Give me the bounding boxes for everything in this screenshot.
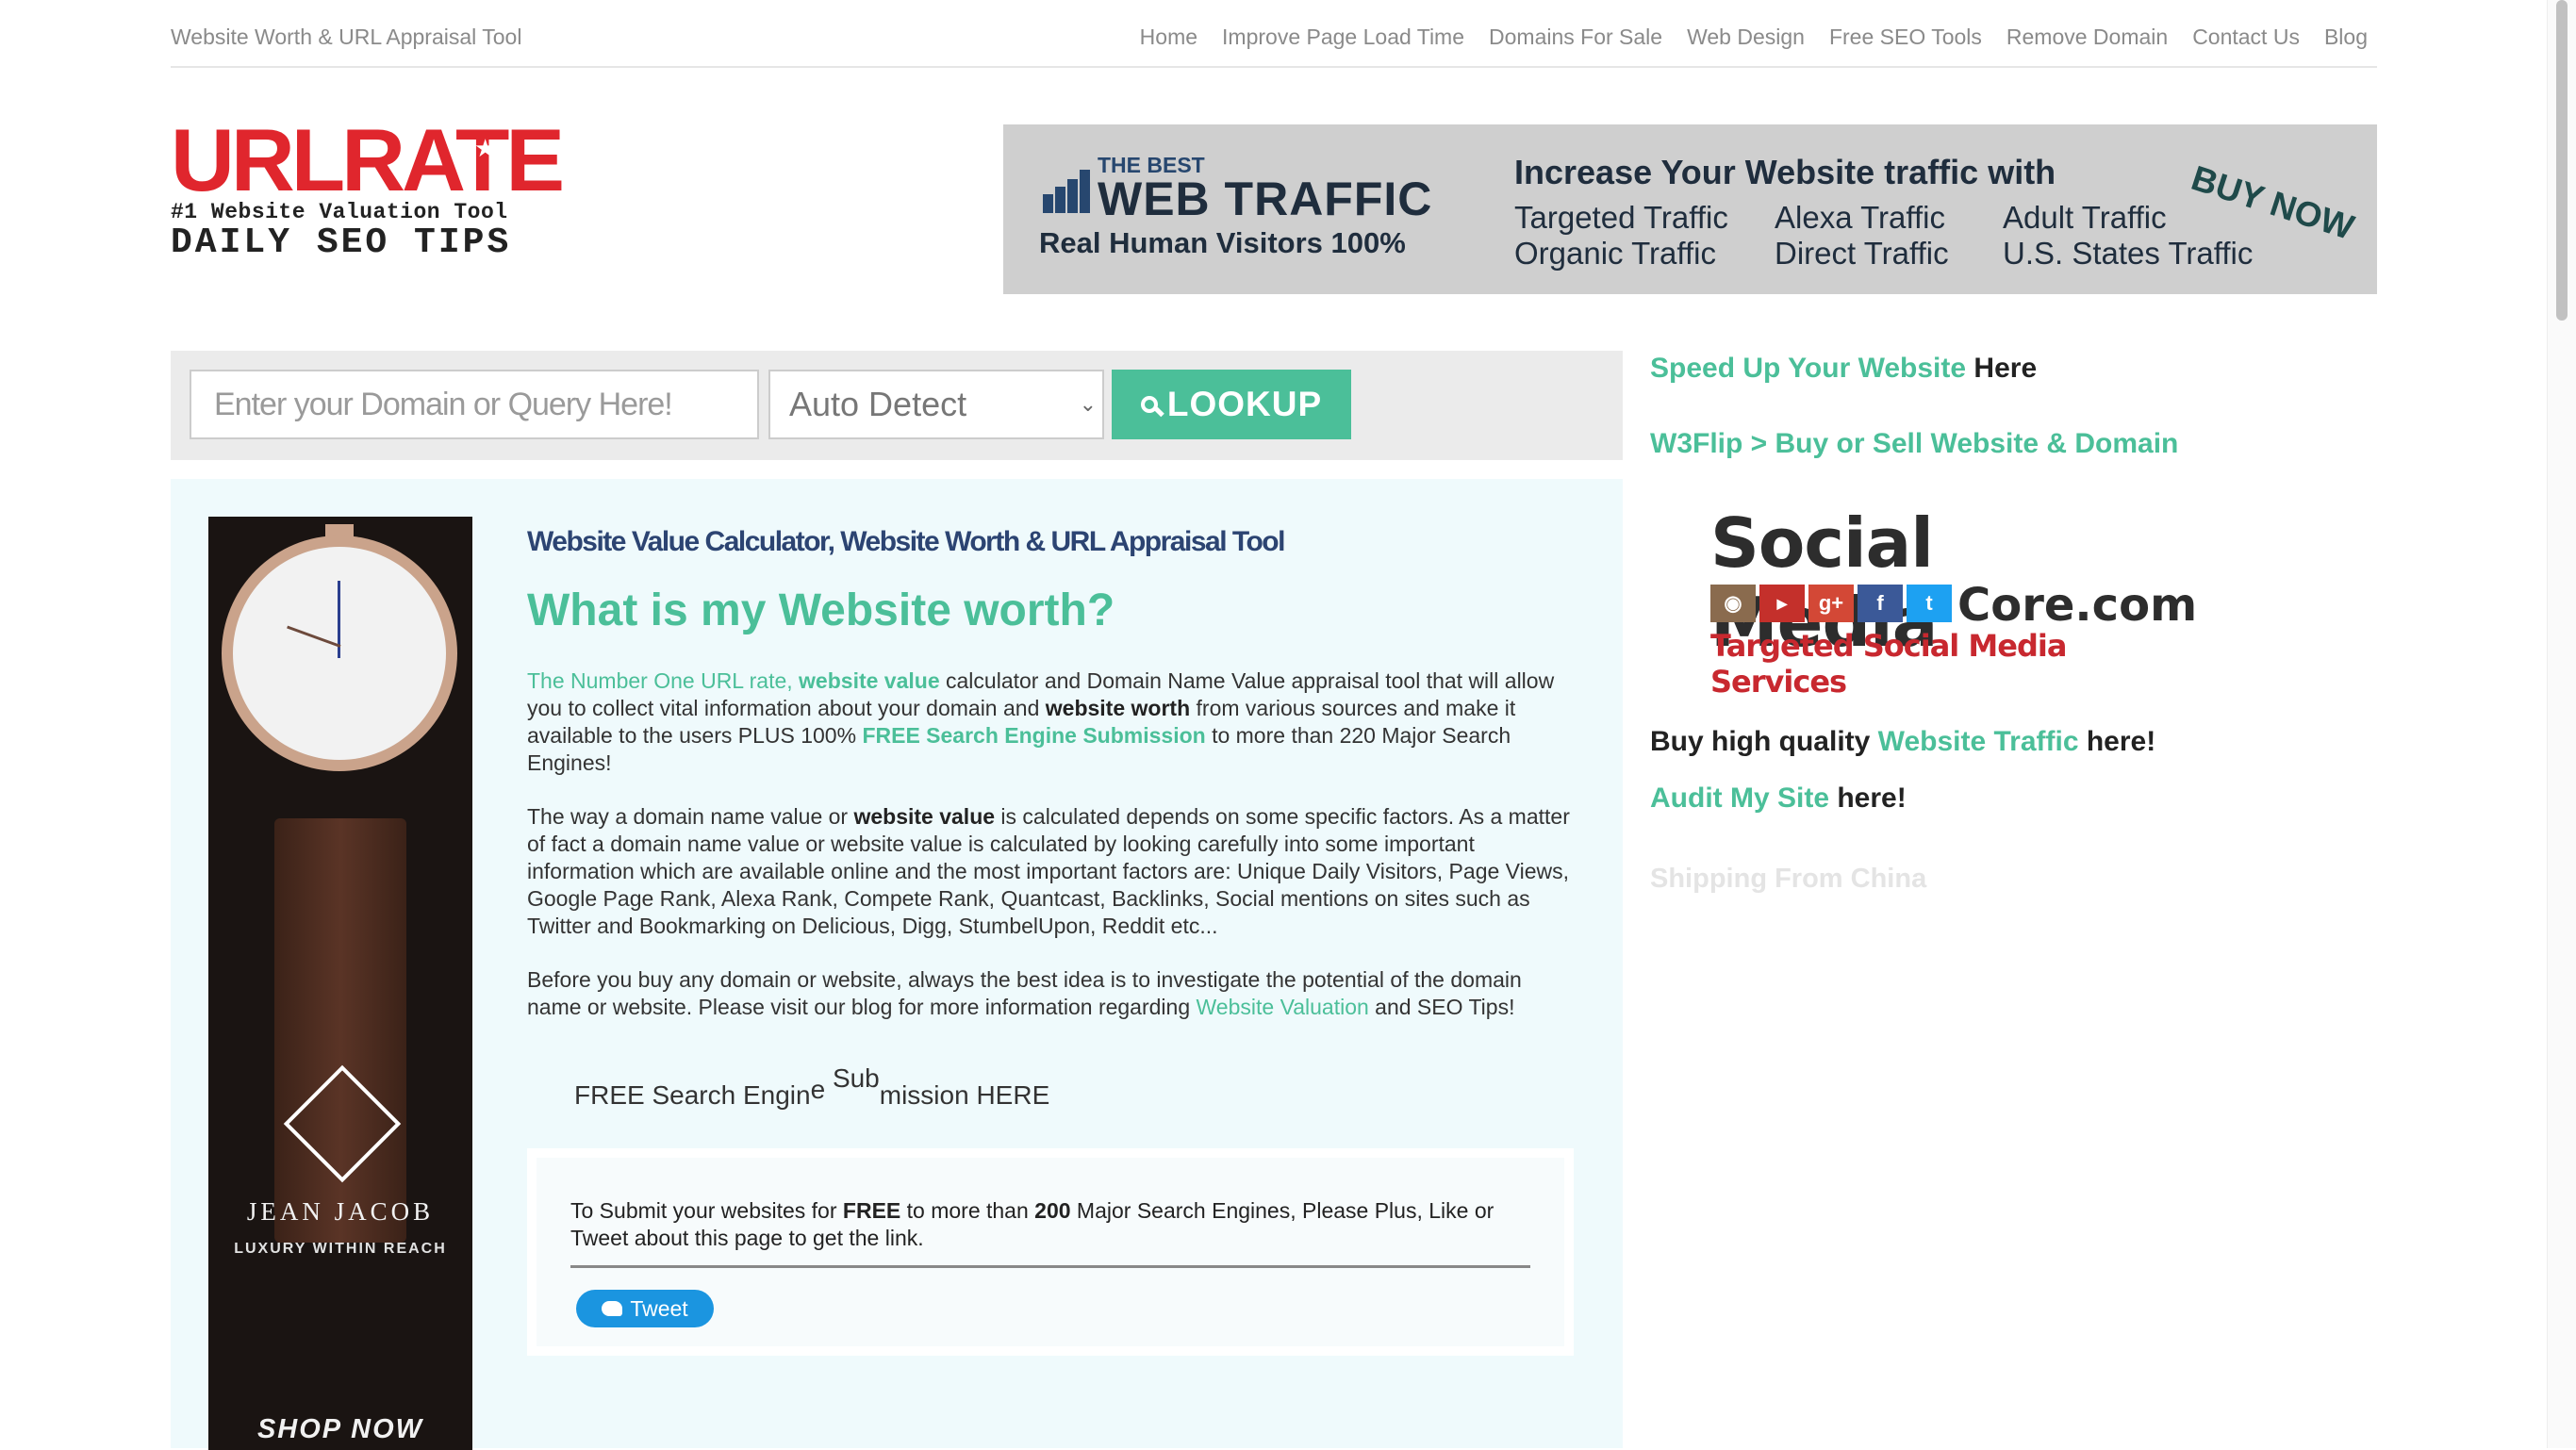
submission-heading-part: FREE Search Engin	[574, 1080, 811, 1110]
submission-instructions: To Submit your websites for FREE to more…	[570, 1197, 1530, 1252]
value-factors-paragraph: The way a domain name value or website v…	[527, 803, 1574, 940]
search-bar: Auto Detect ⌄ LOOKUP	[171, 351, 1623, 460]
submission-box: To Submit your websites for FREE to more…	[527, 1148, 1574, 1356]
facebook-icon: f	[1858, 585, 1903, 622]
website-value-link[interactable]: website value	[799, 668, 940, 693]
top-nav: Home Improve Page Load Time Domains For …	[1115, 25, 2368, 50]
watch-ad[interactable]: JEAN JACOB LUXURY WITHIN REACH SHOP NOW	[208, 517, 472, 1450]
audit-suffix: here!	[1829, 783, 1907, 814]
speed-up-link[interactable]: Speed Up Your Website	[1650, 353, 1966, 384]
twitter-icon: t	[1907, 585, 1952, 622]
nav-web-design[interactable]: Web Design	[1687, 25, 1805, 50]
intro-paragraph: The Number One URL rate, website value c…	[527, 667, 1574, 777]
submission-text: To Submit your websites for	[570, 1198, 843, 1223]
website-valuation-link[interactable]: Website Valuation	[1197, 995, 1369, 1019]
banner-item: Direct Traffic	[1775, 236, 1949, 271]
banner-item: Alexa Traffic	[1775, 200, 1945, 235]
youtube-icon: ▶	[1759, 585, 1805, 622]
submission-heading-part: e	[810, 1075, 833, 1104]
submission-free-bold: FREE	[842, 1198, 901, 1223]
free-submission-link-label: FREE Search Engine Submission	[862, 723, 1206, 748]
submission-heading: FREE Search Engine Submission HERE	[574, 1063, 1050, 1111]
nav-free-seo-tools[interactable]: Free SEO Tools	[1829, 25, 1982, 50]
banner-web-traffic: WEB TRAFFIC	[1098, 173, 1433, 225]
site-logo[interactable]: URLRATE ★ #1 Website Valuation Tool DAIL…	[171, 116, 565, 264]
logo-tagline: #1 Website Valuation Tool	[171, 200, 508, 224]
page-title: What is my Website worth?	[527, 585, 1115, 635]
nav-blog[interactable]: Blog	[2324, 25, 2368, 50]
star-icon: ★	[474, 134, 497, 162]
lookup-button-label: LOOKUP	[1166, 385, 1323, 423]
site-name: Website Worth & URL Appraisal Tool	[171, 25, 522, 49]
audit-item: Audit My Site here!	[1650, 783, 1907, 815]
main-content-panel: JEAN JACOB LUXURY WITHIN REACH SHOP NOW …	[171, 479, 1623, 1450]
free-submission-link[interactable]: FREE Search Engine Submission	[862, 723, 1205, 748]
social-media-core-ad[interactable]: Social Media ◉ ▶ g+ f t Core.com Targete…	[1710, 503, 2197, 700]
watch-tagline: LUXURY WITHIN REACH	[234, 1241, 447, 1257]
website-traffic-link[interactable]: Website Traffic	[1878, 726, 2079, 757]
banner-buy-now: BUY NOW	[2187, 158, 2359, 248]
w3flip-link[interactable]: W3Flip > Buy or Sell Website & Domain	[1650, 428, 2178, 460]
speed-up-item: Speed Up Your Website Here	[1650, 353, 2037, 385]
nav-improve-page-load[interactable]: Improve Page Load Time	[1222, 25, 1464, 50]
page-subtitle: Website Value Calculator, Website Worth …	[527, 526, 1285, 557]
banner-headline: Increase Your Website traffic with	[1514, 153, 2056, 191]
lookup-button[interactable]: LOOKUP	[1112, 370, 1351, 439]
top-bar: Website Worth & URL Appraisal Tool Home …	[171, 0, 2377, 68]
speed-up-suffix: Here	[1966, 353, 2038, 384]
submission-inner: To Submit your websites for FREE to more…	[537, 1158, 1564, 1346]
submission-text: to more than	[900, 1198, 1035, 1223]
factors-text: The way a domain name value or	[527, 804, 854, 829]
social-ad-domain: Core.com	[1957, 579, 2198, 632]
domain-search-input[interactable]	[190, 370, 759, 439]
nav-domains-for-sale[interactable]: Domains For Sale	[1489, 25, 1662, 50]
website-value-bold: website value	[853, 804, 996, 829]
url-rate-link[interactable]: The Number One URL rate,	[527, 668, 793, 693]
submission-heading-part: mission HERE	[879, 1080, 1050, 1110]
logo-subline: DAILY SEO TIPS	[171, 222, 512, 263]
search-icon	[1140, 396, 1158, 413]
page-wrapper: Website Worth & URL Appraisal Tool Home …	[171, 0, 2377, 1450]
detect-mode-select[interactable]: Auto Detect ⌄	[768, 370, 1104, 439]
googleplus-icon: g+	[1808, 585, 1854, 622]
banner-item: Adult Traffic	[2003, 200, 2167, 235]
audit-my-site-link[interactable]: Audit My Site	[1650, 783, 1829, 814]
tweet-label: Tweet	[630, 1295, 688, 1321]
website-worth-bold: website worth	[1045, 696, 1191, 720]
submission-count-bold: 200	[1034, 1198, 1071, 1223]
twitter-bird-icon	[602, 1301, 623, 1316]
web-traffic-banner-ad[interactable]: THE BEST WEB TRAFFIC Real Human Visitors…	[1003, 124, 2377, 294]
traffic-prefix: Buy high quality	[1650, 726, 1878, 757]
nav-home[interactable]: Home	[1140, 25, 1197, 50]
nav-contact-us[interactable]: Contact Us	[2192, 25, 2300, 50]
traffic-suffix: here!	[2078, 726, 2156, 757]
instagram-icon: ◉	[1710, 585, 1756, 622]
watch-brand: JEAN JACOB	[246, 1197, 435, 1226]
tweet-button[interactable]: Tweet	[576, 1290, 714, 1327]
social-ad-tagline: Targeted Social Media Services	[1710, 628, 2067, 700]
nav-remove-domain[interactable]: Remove Domain	[2006, 25, 2168, 50]
bar-chart-icon	[1043, 168, 1090, 213]
chevron-down-icon: ⌄	[1079, 392, 1097, 416]
website-value-link-label: website value	[799, 668, 940, 693]
scrollbar-thumb[interactable]	[2556, 0, 2568, 321]
banner-item: U.S. States Traffic	[2003, 236, 2254, 271]
banner-item: Organic Traffic	[1514, 236, 1716, 271]
logo-wordmark: URLRATE	[171, 110, 565, 209]
traffic-item: Buy high quality Website Traffic here!	[1650, 726, 2155, 758]
shipping-from-china-link[interactable]: Shipping From China	[1650, 864, 1926, 895]
watch-shop-now: SHOP NOW	[256, 1414, 424, 1444]
select-value: Auto Detect	[789, 385, 967, 423]
page-scrollbar[interactable]	[2547, 0, 2576, 1448]
banner-real-visitors: Real Human Visitors 100%	[1039, 226, 1406, 259]
blog-paragraph: Before you buy any domain or website, al…	[527, 966, 1574, 1021]
submission-heading-part: Sub	[832, 1063, 880, 1093]
banner-item: Targeted Traffic	[1514, 200, 1728, 235]
divider	[570, 1265, 1530, 1268]
blog-text: and SEO Tips!	[1368, 995, 1515, 1019]
social-icons: ◉ ▶ g+ f t	[1710, 585, 1952, 622]
